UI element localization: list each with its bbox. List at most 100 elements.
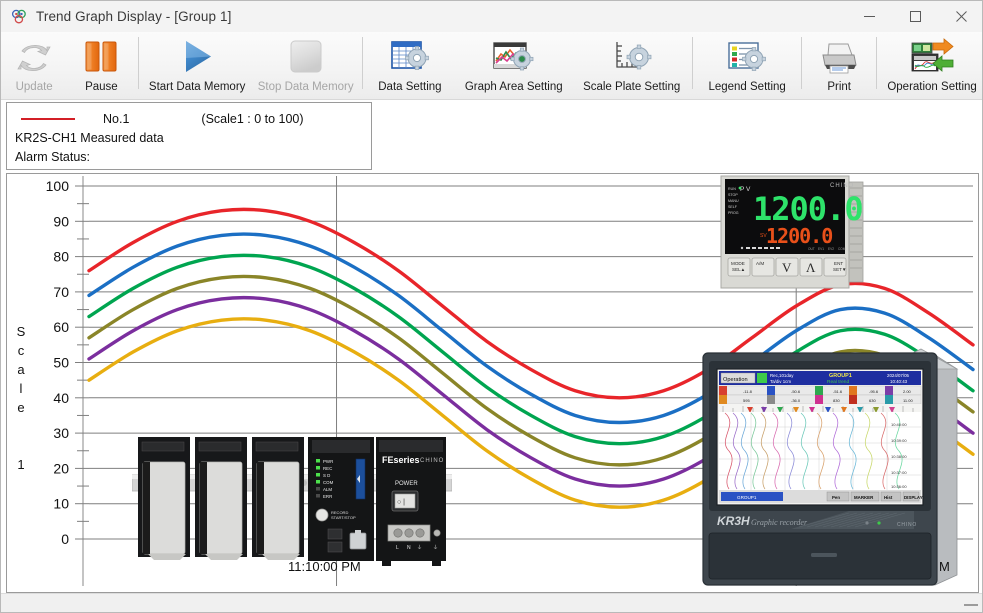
status-bar [1,593,982,612]
time-label-left: 11:10:00 PM [288,559,361,574]
close-icon[interactable] [938,1,982,32]
svg-text:COM: COM [323,480,334,485]
svg-text:MARKER: MARKER [854,495,874,500]
svg-text:-36.0: -36.0 [791,398,801,403]
toolbar-separator [692,37,694,89]
svg-text:PWR: PWR [323,459,333,464]
svg-text:Rec,101day: Rec,101day [770,373,794,378]
svg-text:ENT: ENT [834,261,843,266]
svg-text:10:36:00: 10:36:00 [891,484,907,489]
svg-text:SEL▲: SEL▲ [732,267,745,272]
svg-text:Real trend: Real trend [827,379,849,385]
svg-text:Operation: Operation [723,377,748,383]
refresh-arrows-icon [14,36,54,80]
svg-text:40: 40 [53,390,69,406]
toolbar-pause-button[interactable]: Pause [67,32,135,99]
pause-bars-icon [80,36,122,80]
svg-text:ALM: ALM [323,487,332,492]
svg-text:20: 20 [53,460,69,476]
table-gear-icon [388,36,432,80]
fe-series-data-logger: PWR REC S D COM ALM ERR RECORD START/STOP FE [131,429,453,569]
svg-text:POWER: POWER [395,481,418,487]
maximize-icon[interactable] [892,1,938,32]
svg-text:Hist: Hist [884,495,893,500]
svg-text:60: 60 [53,319,69,335]
toolbar-stop-data-memory-button[interactable]: Stop Data Memory [252,32,360,99]
legend-panel[interactable]: No.1 (Scale1 : 0 to 100) KR2S-CH1 Measur… [6,102,372,170]
toolbar-separator [801,37,803,89]
svg-text:90: 90 [53,213,69,229]
toolbar-update-button[interactable]: Update [1,32,67,99]
svg-text:Λ: Λ [806,260,816,275]
ruler-gear-icon [609,36,655,80]
svg-text:630: 630 [869,398,876,403]
svg-text:Ta/div 1cm: Ta/div 1cm [770,379,791,384]
title-bar: Trend Graph Display - [Group 1] [1,1,982,33]
svg-text:70: 70 [53,284,69,300]
svg-text:PROG: PROG [728,211,739,215]
toolbar-label: Graph Area Setting [464,81,563,93]
toolbar-label: Start Data Memory [148,81,246,93]
svg-text:CHINO: CHINO [420,458,444,464]
svg-text:⏚: ⏚ [417,544,422,551]
toolbar-label: Scale Plate Setting [583,81,681,93]
toolbar-operation-setting-button[interactable]: Operation Setting [880,32,982,99]
svg-text:50: 50 [53,355,69,371]
toolbar-legend-setting-button[interactable]: Legend Setting [696,32,798,99]
stop-square-icon [285,36,327,80]
minimize-icon[interactable] [846,1,892,32]
resize-grip-icon[interactable] [964,604,978,606]
svg-text:1200.0: 1200.0 [766,224,832,248]
toolbar-label: Stop Data Memory [257,81,354,93]
svg-text:0: 0 [61,531,69,547]
time-label-right: M [939,559,950,574]
toolbar-start-data-memory-button[interactable]: Start Data Memory [142,32,251,99]
svg-text:30: 30 [53,425,69,441]
svg-text:N: N [407,545,411,551]
toolbar-scale-plate-setting-button[interactable]: Scale Plate Setting [574,32,689,99]
svg-text:10:37:00: 10:37:00 [891,470,907,475]
svg-text:EV2: EV2 [828,247,834,251]
svg-text:100: 100 [46,178,70,194]
svg-text:-51.6: -51.6 [833,389,843,394]
svg-text:⏚: ⏚ [433,544,438,551]
svg-text:FEseries: FEseries [382,455,420,465]
svg-text:CHINO: CHINO [897,522,917,528]
svg-text:S D: S D [323,473,330,478]
svg-text:DISPLAY: DISPLAY [904,495,923,500]
toolbar-label: Data Setting [378,81,442,93]
svg-text:P V: P V [740,186,751,193]
toolbar-label: Operation Setting [887,81,977,93]
svg-text:-95.6: -95.6 [869,389,879,394]
toolbar-label: Update [15,81,53,93]
toolbar-separator [876,37,878,89]
toolbar-print-button[interactable]: Print [805,32,873,99]
svg-text:GROUP1: GROUP1 [829,373,852,379]
svg-text:MANU: MANU [728,199,739,203]
svg-text:COM: COM [838,247,846,251]
svg-text:EV1: EV1 [818,247,824,251]
trend-graph-window: Trend Graph Display - [Group 1] Update P… [0,0,983,613]
toolbar-data-setting-button[interactable]: Data Setting [366,32,453,99]
toolbar-separator [362,37,364,89]
svg-text:Graphic recorder: Graphic recorder [751,518,808,527]
graph-area[interactable]: 0 10 20 30 40 50 60 70 80 90 100 Scale 1 [6,173,979,593]
svg-text:L: L [396,545,399,551]
svg-text:A/M: A/M [756,261,764,266]
toolbar-label: Legend Setting [708,81,786,93]
svg-text:SELF: SELF [728,205,738,209]
svg-text:CHINO: CHINO [830,183,854,189]
svg-text:KR3H: KR3H [717,514,750,528]
toolbar-graph-area-setting-button[interactable]: Graph Area Setting [453,32,574,99]
svg-text:MODE: MODE [731,261,745,266]
legend-color-swatch [21,117,75,120]
svg-text:○ |: ○ | [397,499,405,506]
svg-text:10: 10 [53,496,69,512]
svg-text:595: 595 [743,398,750,403]
y-axis-title: Scale 1 [16,324,26,472]
recorder-transfer-icon [908,36,956,80]
legend-channel-number: No.1 [103,111,130,126]
svg-text:830: 830 [833,398,840,403]
svg-text:STOP: STOP [728,193,738,197]
svg-text:START/STOP: START/STOP [331,515,356,520]
